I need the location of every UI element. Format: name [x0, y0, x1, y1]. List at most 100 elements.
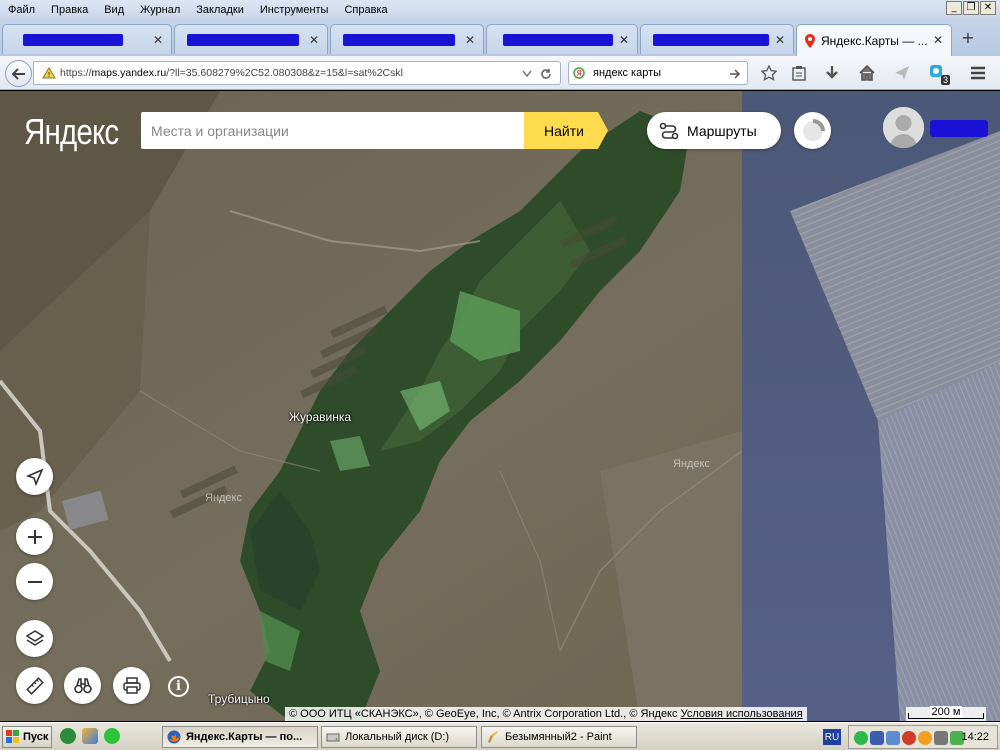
- new-tab-button[interactable]: +: [958, 28, 978, 48]
- menu-view[interactable]: Вид: [96, 4, 132, 16]
- yandex-watermark: Яндекс: [673, 458, 710, 470]
- map-search-input[interactable]: Места и организации: [141, 112, 524, 149]
- location-arrow-icon: [25, 467, 44, 486]
- navigation-bar: ! https://maps.yandex.ru/?ll=35.608279%2…: [0, 56, 1000, 90]
- dropdown-icon[interactable]: [522, 70, 532, 78]
- quicklaunch-paint-icon[interactable]: [82, 728, 98, 744]
- find-button[interactable]: Найти: [524, 112, 608, 149]
- yandex-logo[interactable]: Яндекс: [24, 111, 119, 153]
- traffic-button[interactable]: [794, 112, 831, 149]
- svg-text:!: !: [48, 71, 51, 79]
- clock[interactable]: 14:22: [961, 731, 989, 743]
- user-avatar[interactable]: [883, 107, 924, 148]
- back-button[interactable]: [5, 60, 32, 87]
- info-icon[interactable]: i: [168, 676, 189, 697]
- ruler-button[interactable]: [16, 667, 53, 704]
- redacted-tab-title: [23, 33, 123, 46]
- task-local-disk[interactable]: Локальный диск (D:): [321, 726, 477, 748]
- tab-3[interactable]: ✕: [330, 24, 484, 54]
- menu-bookmarks[interactable]: Закладки: [188, 4, 252, 16]
- restore-button[interactable]: ❐: [963, 1, 979, 15]
- go-arrow-icon[interactable]: [729, 69, 741, 79]
- routes-button[interactable]: Маршруты: [647, 112, 781, 149]
- satellite-imagery: [0, 91, 1000, 721]
- search-bar[interactable]: Я яндекс карты: [568, 61, 748, 85]
- home-icon[interactable]: [858, 64, 876, 82]
- windows-logo-icon: [6, 730, 19, 743]
- place-label-trubitsyno[interactable]: Трубицыно: [208, 692, 270, 706]
- routes-icon: [659, 122, 679, 139]
- clipboard-icon[interactable]: [790, 64, 808, 82]
- url-bar[interactable]: ! https://maps.yandex.ru/?ll=35.608279%2…: [33, 61, 561, 85]
- search-engine-icon: Я: [573, 67, 585, 79]
- task-paint[interactable]: Безымянный2 - Paint: [481, 726, 637, 748]
- tab-close-icon[interactable]: ✕: [619, 33, 629, 47]
- close-window-button[interactable]: ✕: [980, 1, 996, 15]
- tab-1[interactable]: ✕: [2, 24, 172, 54]
- print-button[interactable]: [113, 667, 150, 704]
- svg-text:Я: Я: [576, 69, 582, 78]
- tray-monitor-icon[interactable]: [886, 731, 900, 745]
- quicklaunch-icq-icon[interactable]: [104, 728, 120, 744]
- language-indicator[interactable]: RU: [823, 729, 841, 745]
- search-text: яндекс карты: [593, 67, 662, 79]
- tray-network-icon[interactable]: [870, 731, 884, 745]
- zoom-in-button[interactable]: [16, 518, 53, 555]
- redacted-tab-title: [653, 33, 769, 46]
- tray-update-icon[interactable]: [918, 731, 932, 745]
- tab-yandex-maps[interactable]: Яндекс.Карты — ... ✕: [796, 24, 952, 56]
- tab-close-icon[interactable]: ✕: [465, 33, 475, 47]
- printer-icon: [122, 676, 141, 694]
- tray-utorrent-icon[interactable]: [854, 731, 868, 745]
- tab-4[interactable]: ✕: [486, 24, 638, 54]
- panorama-button[interactable]: [64, 667, 101, 704]
- menu-file[interactable]: Файл: [4, 4, 43, 16]
- yandex-watermark: Яндекс: [205, 492, 242, 504]
- traffic-loader-icon: [802, 118, 825, 141]
- redacted-username[interactable]: [930, 120, 988, 137]
- tab-2[interactable]: ✕: [174, 24, 328, 54]
- task-firefox[interactable]: Яндекс.Карты — по...: [162, 726, 318, 748]
- taskbar: Пуск Яндекс.Карты — по... Локальный диск…: [0, 722, 1000, 750]
- yandex-maps-pin-icon: [805, 33, 815, 48]
- place-label-zhuravinka[interactable]: Журавинка: [289, 410, 351, 424]
- reload-icon[interactable]: [540, 68, 552, 80]
- window-controls: _ ❐ ✕: [946, 1, 996, 15]
- tab-5[interactable]: ✕: [640, 24, 794, 54]
- minimize-button[interactable]: _: [946, 1, 962, 15]
- tab-close-icon[interactable]: ✕: [775, 33, 785, 47]
- satellite-map[interactable]: Яндекс Места и организации Найти Маршрут…: [0, 91, 1000, 721]
- menu-help[interactable]: Справка: [336, 4, 395, 16]
- tab-close-icon[interactable]: ✕: [153, 33, 163, 47]
- tab-close-icon[interactable]: ✕: [933, 33, 943, 47]
- firefox-icon: [167, 730, 181, 744]
- tray-speaker-icon[interactable]: [934, 731, 948, 745]
- hamburger-menu-icon[interactable]: [969, 64, 987, 82]
- menu-history[interactable]: Журнал: [132, 4, 188, 16]
- layers-icon: [25, 629, 44, 646]
- quicklaunch-utorrent-icon[interactable]: [60, 728, 76, 744]
- menu-edit[interactable]: Правка: [43, 4, 96, 16]
- redacted-tab-title: [187, 33, 299, 46]
- zoom-out-button[interactable]: [16, 563, 53, 600]
- layers-button[interactable]: [16, 620, 53, 657]
- tab-close-icon[interactable]: ✕: [309, 33, 319, 47]
- send-icon[interactable]: [893, 64, 911, 82]
- map-scale: 200 м: [906, 706, 986, 721]
- bookmark-star-icon[interactable]: [760, 64, 778, 82]
- tab-title: Яндекс.Карты — ...: [821, 33, 928, 48]
- redacted-tab-title: [503, 33, 613, 46]
- task-label: Безымянный2 - Paint: [505, 731, 612, 743]
- tray-antivirus-icon[interactable]: [902, 731, 916, 745]
- addon-icon[interactable]: 3: [928, 64, 950, 85]
- menu-tools[interactable]: Инструменты: [252, 4, 337, 16]
- plus-icon: [27, 529, 42, 544]
- map-copyright: © ООО ИТЦ «СКАНЭКС», © GeoEye, Inc, © An…: [285, 707, 807, 721]
- terms-link[interactable]: Условия использования: [681, 708, 803, 720]
- task-label: Локальный диск (D:): [345, 731, 450, 743]
- start-button[interactable]: Пуск: [2, 726, 52, 748]
- drive-icon: [326, 733, 340, 742]
- download-icon[interactable]: [823, 64, 841, 82]
- locate-me-button[interactable]: [16, 458, 53, 495]
- copyright-text: © ООО ИТЦ «СКАНЭКС», © GeoEye, Inc, © An…: [289, 708, 678, 720]
